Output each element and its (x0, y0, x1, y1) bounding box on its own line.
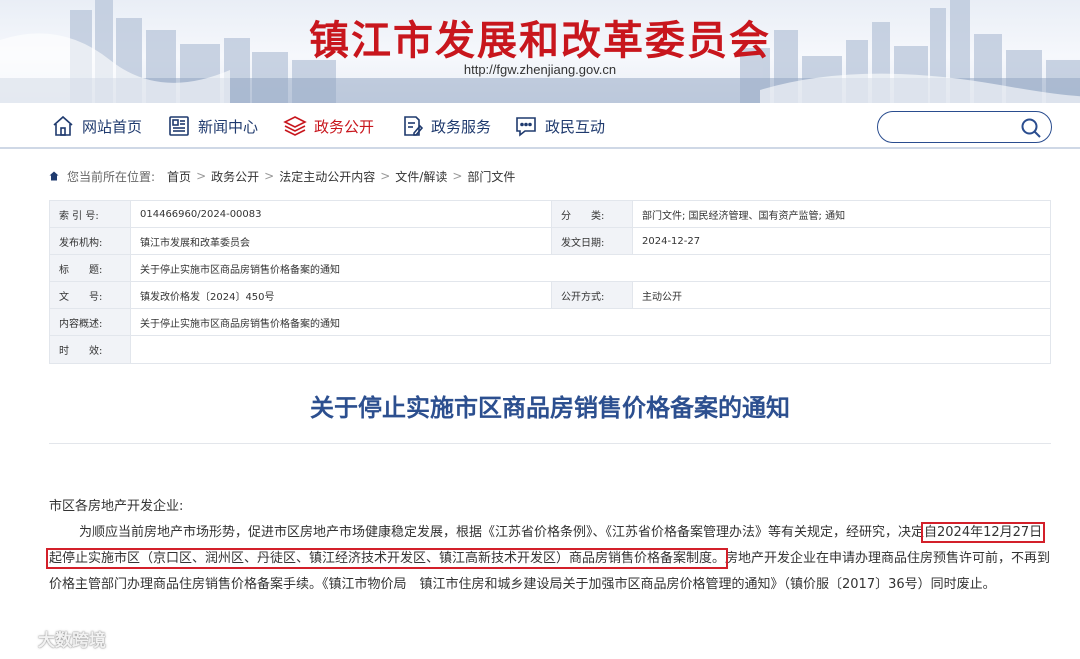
meta-row: 标 题: 关于停止实施市区商品房销售价格备案的通知 (49, 254, 1051, 282)
meta-row: 时 效: (49, 335, 1051, 364)
meta-value-public: 主动公开 (632, 281, 1051, 309)
article-body: 市区各房地产开发企业: 为顺应当前房地产市场形势，促进市区房地产市场健康稳定发展… (45, 494, 1053, 598)
nav-item-services[interactable]: 政务服务 (400, 113, 491, 139)
breadcrumb: 您当前所在位置: 首页 > 政务公开 > 法定主动公开内容 > 文件/解读 > … (49, 168, 515, 184)
paragraph-text: 为顺应当前房地产市场形势，促进市区房地产市场健康稳定发展，根据《江苏省价格条例》… (79, 525, 925, 540)
meta-key-validity: 时 效: (49, 335, 131, 364)
meta-value-issuer: 镇江市发展和改革委员会 (130, 227, 552, 255)
watermark-text: 大数跨境 (38, 631, 106, 651)
home-small-icon (49, 171, 59, 181)
meta-key-category: 分 类: (551, 200, 633, 228)
breadcrumb-item-home[interactable]: 首页 (167, 168, 191, 185)
meta-value-date: 2024-12-27 (632, 227, 1051, 255)
meta-key-issuer: 发布机构: (49, 227, 131, 255)
meta-value-category: 部门文件; 国民经济管理、国有资产监管; 通知 (632, 200, 1051, 228)
breadcrumb-separator: > (196, 169, 207, 183)
breadcrumb-item-statutory[interactable]: 法定主动公开内容 (279, 168, 375, 185)
meta-value-index: 014466960/2024-00083 (130, 200, 552, 228)
home-icon (53, 115, 73, 136)
meta-value-title: 关于停止实施市区商品房销售价格备案的通知 (130, 254, 1051, 282)
breadcrumb-item-department-files[interactable]: 部门文件 (467, 168, 515, 185)
title-divider (49, 443, 1051, 444)
meta-key-summary: 内容概述: (49, 308, 131, 336)
nav-item-label: 新闻中心 (198, 117, 259, 136)
nav-item-label: 政务公开 (314, 117, 375, 136)
article-paragraph: 为顺应当前房地产市场形势，促进市区房地产市场健康稳定发展，根据《江苏省价格条例》… (45, 520, 1053, 598)
nav-item-home[interactable]: 网站首页 (51, 113, 142, 139)
meta-key-title: 标 题: (49, 254, 131, 282)
search-input[interactable] (892, 118, 1017, 138)
site-title: 镇江市发展和改革委员会 (309, 18, 771, 64)
meta-value-validity (130, 335, 1051, 364)
document-edit-icon (404, 116, 424, 136)
brand-logo-icon (12, 628, 32, 649)
meta-key-date: 发文日期: (551, 227, 633, 255)
breadcrumb-separator: > (264, 169, 275, 183)
breadcrumb-label: 您当前所在位置: (67, 169, 156, 184)
article-salutation: 市区各房地产开发企业: (49, 499, 184, 514)
breadcrumb-separator: > (452, 169, 463, 183)
meta-key-docno: 文 号: (49, 281, 131, 309)
news-icon (169, 116, 189, 136)
watermark: 大数跨境 (10, 626, 106, 651)
breadcrumb-separator: > (380, 169, 391, 183)
nav-item-news[interactable]: 新闻中心 (167, 113, 258, 139)
breadcrumb-item-files[interactable]: 文件/解读 (395, 168, 447, 185)
nav-item-label: 网站首页 (82, 117, 143, 136)
meta-key-public: 公开方式: (551, 281, 633, 309)
meta-value-docno: 镇发改价格发〔2024〕450号 (130, 281, 552, 309)
meta-row: 内容概述: 关于停止实施市区商品房销售价格备案的通知 (49, 308, 1051, 336)
nav-item-interaction[interactable]: 政民互动 (514, 113, 605, 139)
nav-item-gov-affairs[interactable]: 政务公开 (283, 113, 374, 139)
nav-item-label: 政务服务 (431, 117, 492, 136)
meta-key-index: 索 引 号: (49, 200, 131, 228)
meta-row: 索 引 号: 014466960/2024-00083 分 类: 部门文件; 国… (49, 200, 1051, 228)
breadcrumb-item-gov-affairs[interactable]: 政务公开 (211, 168, 259, 185)
chat-icon (516, 117, 536, 137)
search-icon[interactable] (1019, 116, 1043, 140)
document-meta-table: 索 引 号: 014466960/2024-00083 分 类: 部门文件; 国… (49, 200, 1051, 364)
site-url[interactable]: http://fgw.zhenjiang.gov.cn (0, 62, 1080, 77)
meta-value-summary: 关于停止实施市区商品房销售价格备案的通知 (130, 308, 1051, 336)
meta-row: 发布机构: 镇江市发展和改革委员会 发文日期: 2024-12-27 (49, 227, 1051, 255)
layers-icon (283, 116, 307, 136)
nav-item-label: 政民互动 (545, 117, 606, 136)
meta-row: 文 号: 镇发改价格发〔2024〕450号 公开方式: 主动公开 (49, 281, 1051, 309)
article-title: 关于停止实施市区商品房销售价格备案的通知 (310, 394, 790, 422)
header-banner: 镇江市发展和改革委员会 http://fgw.zhenjiang.gov.cn (0, 0, 1080, 103)
main-nav: 网站首页 新闻中心 政务公开 政务服务 政民互动 (0, 103, 1080, 149)
search-box (877, 111, 1052, 143)
